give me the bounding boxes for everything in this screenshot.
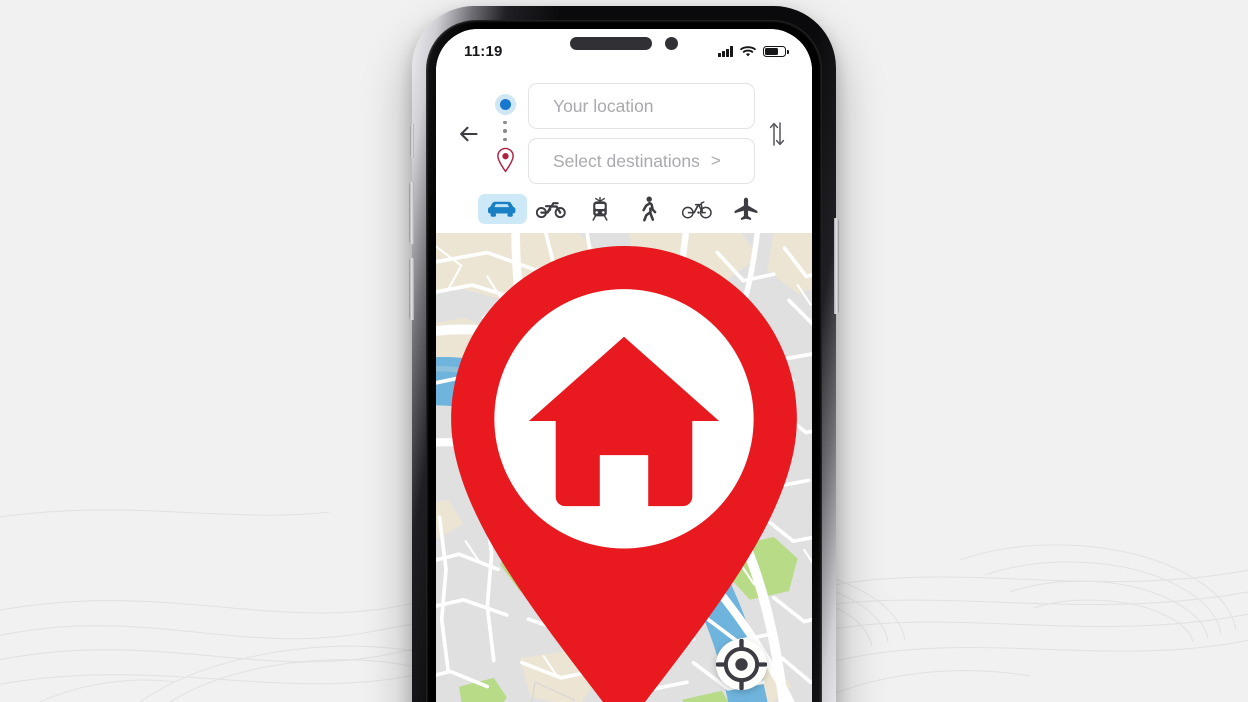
volume-up-button[interactable] (409, 182, 414, 244)
transport-mode-tabs (456, 184, 790, 233)
origin-dot-icon (494, 93, 516, 115)
bicycle-icon (682, 201, 712, 219)
motorcycle-icon (536, 202, 566, 219)
route-input-row: Your location Select destinations > (456, 83, 790, 184)
route-dots (503, 120, 507, 142)
power-button[interactable] (834, 218, 839, 314)
status-bar: 11:19 (436, 29, 812, 73)
mode-tab-bicycle[interactable] (673, 194, 722, 224)
mode-tab-motorcycle[interactable] (527, 194, 576, 224)
phone-bezel: 11:19 Your location Select destinations … (426, 20, 822, 702)
volume-down-button[interactable] (409, 258, 414, 320)
front-camera-dot (665, 37, 678, 50)
destination-chevron-icon: > (710, 151, 721, 170)
tram-icon (592, 197, 608, 221)
wifi-icon (740, 46, 756, 57)
origin-placeholder: Your location (553, 95, 654, 116)
airplane-icon (734, 197, 758, 220)
mode-tab-car[interactable] (478, 194, 527, 224)
mode-tab-walk[interactable] (624, 194, 673, 224)
phone-screen: 11:19 Your location Select destinations … (436, 29, 812, 702)
mode-tab-transit[interactable] (575, 194, 624, 224)
back-arrow-icon[interactable] (456, 121, 482, 147)
locate-me-button[interactable] (716, 639, 767, 690)
car-icon (488, 201, 516, 217)
map-view[interactable] (436, 233, 812, 702)
destination-placeholder: Select destinations (553, 150, 700, 171)
status-clock: 11:19 (464, 42, 503, 60)
swap-direction-button[interactable] (764, 120, 790, 148)
home-pin-icon[interactable] (436, 233, 812, 702)
destination-input[interactable]: Select destinations > (528, 138, 755, 184)
maps-app: 11:19 Your location Select destinations … (436, 29, 812, 702)
speaker-pill (570, 37, 652, 50)
crosshair-locate-icon (716, 639, 767, 690)
walking-icon (642, 196, 657, 222)
origin-input[interactable]: Your location (528, 83, 755, 129)
phone-device: 11:19 Your location Select destinations … (409, 6, 839, 702)
route-markers (490, 92, 520, 176)
silence-switch-button[interactable] (410, 124, 414, 158)
status-icons (718, 45, 789, 57)
dynamic-island (570, 37, 678, 50)
mode-tab-flight[interactable] (721, 194, 770, 224)
search-panel: Your location Select destinations > (436, 73, 812, 233)
swap-vertical-icon (769, 121, 785, 146)
cellular-signal-icon (718, 46, 733, 57)
battery-icon (763, 45, 789, 57)
destination-pin-icon (496, 148, 514, 174)
route-fields: Your location Select destinations > (528, 83, 755, 184)
